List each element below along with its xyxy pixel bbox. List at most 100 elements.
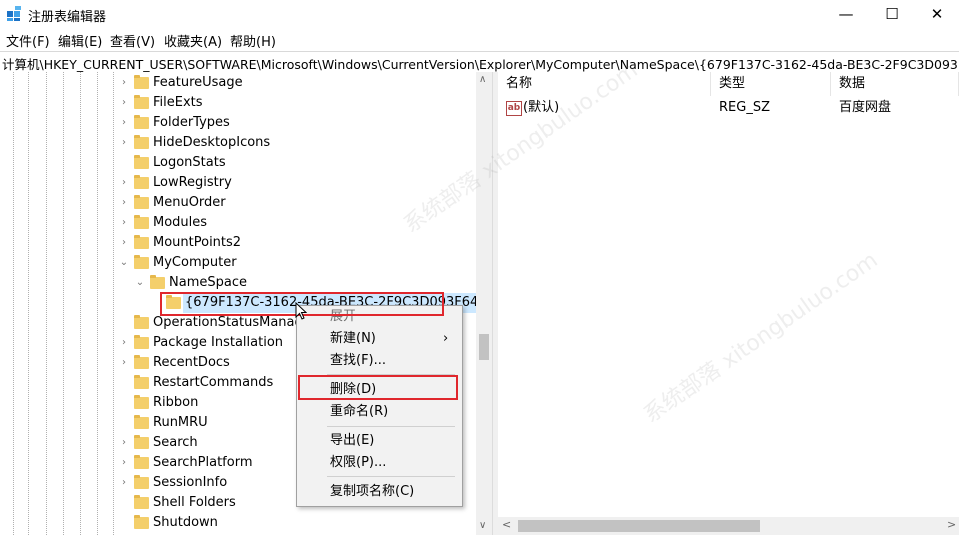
menu-separator [327,476,455,477]
tree-item-label: SearchPlatform [153,455,253,470]
menu-bar: 文件(F) 编辑(E) 查看(V) 收藏夹(A) 帮助(H) [0,28,959,50]
expand-arrow-icon[interactable]: › [119,133,129,153]
expand-arrow-icon[interactable]: › [119,73,129,93]
folder-open-icon [134,255,149,269]
maximize-button[interactable]: ☐ [869,0,915,28]
folder-icon [134,135,149,149]
address-bar[interactable]: 计算机\HKEY_CURRENT_USER\SOFTWARE\Microsoft… [0,51,959,73]
folder-icon [134,215,149,229]
folder-icon [134,495,149,509]
menu-favorites[interactable]: 收藏夹(A) [164,31,222,50]
highlight-box-delete [298,375,458,400]
context-menu-copy-key-name[interactable]: 复制项名称(C) [330,482,414,502]
menu-view[interactable]: 查看(V) [110,31,155,50]
folder-icon [134,335,149,349]
tree-item-namespace[interactable]: ⌄ NameSpace [0,273,476,293]
tree-item-label: NameSpace [169,275,247,290]
tree-item-logonstats[interactable]: LogonStats [0,153,476,173]
column-header-data[interactable]: 数据 [831,72,959,96]
folder-icon [134,375,149,389]
tree-item-label: RunMRU [153,415,208,430]
tree-item-mycomputer[interactable]: ⌄ MyComputer [0,253,476,273]
tree-item-hidedesktopicons[interactable]: › HideDesktopIcons [0,133,476,153]
value-name[interactable]: (默认) [523,98,559,118]
context-menu-export[interactable]: 导出(E) [330,431,374,451]
tree-item-label: Ribbon [153,395,199,410]
expand-arrow-icon[interactable]: › [119,473,129,493]
value-data: 百度网盘 [839,100,892,115]
expand-arrow-icon[interactable]: › [119,193,129,213]
collapse-arrow-icon[interactable]: ⌄ [135,273,145,293]
scroll-right-icon[interactable]: > [947,518,956,531]
scroll-thumb[interactable] [518,520,760,532]
context-menu-new[interactable]: 新建(N) [330,329,376,349]
tree-item-shutdown[interactable]: Shutdown [0,513,476,533]
tree-item-label: OperationStatusManage [153,315,311,330]
tree-item-menuorder[interactable]: › MenuOrder [0,193,476,213]
tree-item-label: MenuOrder [153,195,226,210]
folder-icon [134,175,149,189]
folder-icon [134,515,149,529]
value-list[interactable]: 名称 类型 数据 ab (默认) REG_SZ 百度网盘 [498,72,959,535]
tree-item-fileexts[interactable]: › FileExts [0,93,476,113]
tree-item-label: SessionInfo [153,475,228,490]
tree-item-lowregistry[interactable]: › LowRegistry [0,173,476,193]
tree-item-label: FileExts [153,95,203,110]
expand-arrow-icon[interactable]: › [119,93,129,113]
folder-icon [134,155,149,169]
folder-icon [134,95,149,109]
folder-icon [134,195,149,209]
collapse-arrow-icon[interactable]: ⌄ [119,253,129,273]
context-menu-rename[interactable]: 重命名(R) [330,402,388,422]
tree-item-label: LogonStats [153,155,226,170]
folder-icon [134,415,149,429]
folder-open-icon [150,275,165,289]
tree-item-label: Shutdown [153,515,218,530]
value-type: REG_SZ [719,100,770,115]
close-button[interactable]: ✕ [914,0,959,28]
tree-item-modules[interactable]: › Modules [0,213,476,233]
string-value-icon: ab [506,101,522,116]
expand-arrow-icon[interactable]: › [119,453,129,473]
folder-icon [134,315,149,329]
column-header-name[interactable]: 名称 [498,72,711,96]
tree-item-label: RestartCommands [153,375,274,390]
expand-arrow-icon [119,153,129,173]
scroll-thumb[interactable] [479,334,489,360]
expand-arrow-icon[interactable]: › [119,233,129,253]
tree-item-label: Modules [153,215,208,230]
minimize-button[interactable]: — [823,0,869,28]
menu-file[interactable]: 文件(F) [6,31,50,50]
tree-item-foldertypes[interactable]: › FolderTypes [0,113,476,133]
expand-arrow-icon[interactable]: › [119,333,129,353]
context-menu-permissions[interactable]: 权限(P)... [330,453,386,473]
tree-vertical-scrollbar[interactable]: ∧ ∨ [476,72,492,535]
address-path: 计算机\HKEY_CURRENT_USER\SOFTWARE\Microsoft… [2,57,959,72]
column-header-type[interactable]: 类型 [711,72,831,96]
tree-item-label: MyComputer [153,255,237,270]
list-horizontal-scrollbar[interactable]: < > [498,517,959,535]
menu-separator [327,426,455,427]
expand-arrow-icon[interactable]: › [119,113,129,133]
expand-arrow-icon[interactable]: › [119,353,129,373]
expand-arrow-icon[interactable]: › [119,173,129,193]
folder-icon [134,115,149,129]
tree-item-featureusage[interactable]: › FeatureUsage [0,73,476,93]
folder-icon [134,435,149,449]
expand-arrow-icon[interactable]: › [119,433,129,453]
folder-icon [134,395,149,409]
scroll-up-icon[interactable]: ∧ [479,74,486,85]
tree-item-mountpoints2[interactable]: › MountPoints2 [0,233,476,253]
tree-item-label: RecentDocs [153,355,230,370]
menu-help[interactable]: 帮助(H) [230,31,276,50]
scroll-down-icon[interactable]: ∨ [479,520,486,531]
mouse-cursor-icon [295,302,307,320]
folder-icon [134,455,149,469]
expand-arrow-icon[interactable]: › [119,213,129,233]
context-menu-find[interactable]: 查找(F)... [330,351,386,371]
tree-item-label: Shell Folders [153,495,236,510]
scroll-left-icon[interactable]: < [502,518,511,531]
regedit-app-icon [7,6,21,21]
tree-item-label: FolderTypes [153,115,230,130]
menu-edit[interactable]: 编辑(E) [58,31,102,50]
